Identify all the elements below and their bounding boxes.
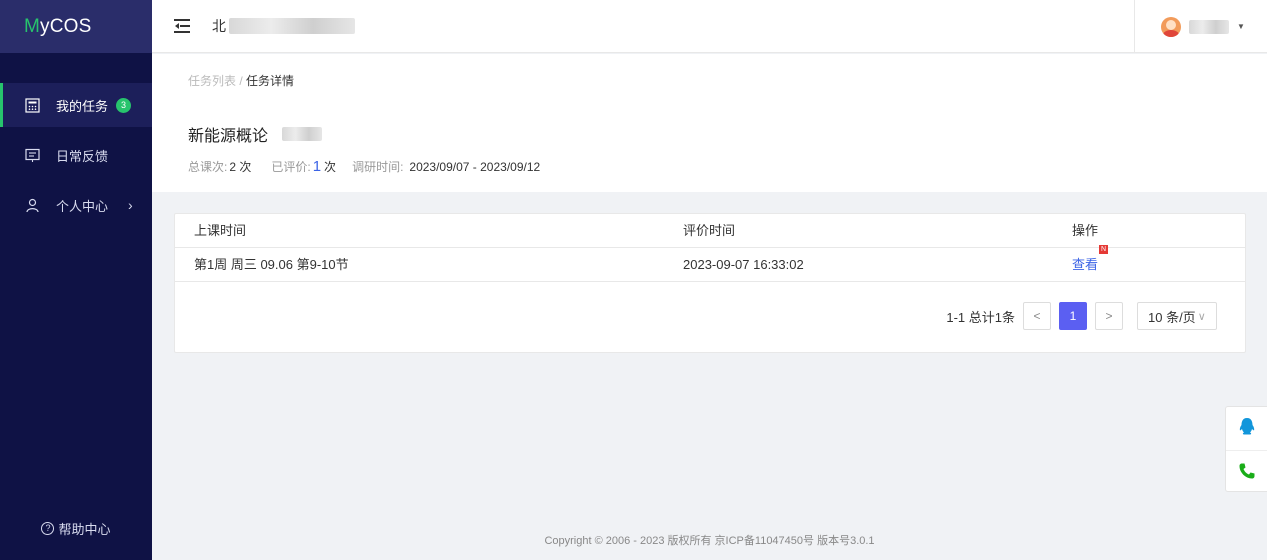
evaluated-count: 1 bbox=[312, 158, 322, 175]
new-tag: N bbox=[1099, 245, 1109, 254]
caret-down-icon: ▼ bbox=[1237, 22, 1245, 31]
user-menu[interactable]: ▼ bbox=[1134, 0, 1267, 53]
task-summary-panel: 任务列表 / 任务详情 新能源概论 总课次: 2 次 已评价: 1 次 调研时间… bbox=[152, 54, 1267, 192]
column-header-action: 操作 bbox=[1072, 223, 1099, 238]
app-logo[interactable]: MyCOS bbox=[24, 16, 92, 38]
sidebar-item-label: 我的任务 bbox=[56, 98, 109, 114]
evaluation-table-card: 上课时间 评价时间 操作 第1周 周三 09.06 第9-10节 2023-09… bbox=[174, 213, 1246, 353]
blurred-course-info bbox=[282, 127, 323, 141]
avatar bbox=[1161, 16, 1181, 37]
pagination: 1-1 总计1条 < 1 > 10 条/页 ∨ bbox=[946, 302, 1217, 330]
column-header-class-time: 上课时间 bbox=[194, 223, 247, 238]
page-size-select[interactable]: 10 条/页 ∨ bbox=[1137, 302, 1217, 330]
view-link[interactable]: 查看 N bbox=[1072, 245, 1109, 272]
floating-contact-widget bbox=[1225, 406, 1267, 492]
total-sessions-label: 总课次: bbox=[188, 160, 228, 174]
sidebar-item-label: 日常反馈 bbox=[56, 148, 109, 164]
calculator-icon bbox=[24, 97, 40, 113]
eval-time-cell: 2023-09-07 16:33:02 bbox=[683, 257, 804, 272]
blurred-school-name bbox=[229, 18, 355, 34]
school-name: 北 bbox=[212, 16, 355, 36]
page-size-value: 10 条/页 bbox=[1148, 309, 1196, 325]
task-count-badge: 3 bbox=[116, 97, 132, 113]
survey-time-label: 调研时间: bbox=[352, 160, 404, 174]
pagination-summary: 1-1 总计1条 bbox=[946, 309, 1015, 325]
course-meta: 总课次: 2 次 已评价: 1 次 调研时间: 2023/09/07 - 202… bbox=[188, 158, 560, 175]
table-row: 第1周 周三 09.06 第9-10节 2023-09-07 16:33:02 … bbox=[175, 245, 1245, 282]
sidebar: MyCOS 我的任务 3 日常反馈 个人中心 › ? 帮助中心 bbox=[0, 0, 152, 560]
top-header: 北 ▼ bbox=[152, 0, 1267, 53]
qq-contact-button[interactable] bbox=[1226, 407, 1267, 450]
course-title: 新能源概论 bbox=[188, 122, 323, 146]
logo-area: MyCOS bbox=[0, 0, 152, 53]
column-header-eval-time: 评价时间 bbox=[683, 223, 736, 238]
qq-icon bbox=[1238, 417, 1256, 440]
chevron-right-icon: › bbox=[128, 197, 133, 213]
breadcrumb-task-list[interactable]: 任务列表 bbox=[188, 74, 236, 88]
page-1-button[interactable]: 1 bbox=[1059, 302, 1087, 330]
breadcrumb-current: 任务详情 bbox=[246, 74, 295, 88]
help-icon: ? bbox=[41, 522, 55, 535]
help-center-link[interactable]: ? 帮助中心 bbox=[0, 519, 152, 538]
blurred-username bbox=[1189, 19, 1229, 34]
school-name-prefix: 北 bbox=[212, 18, 226, 34]
action-cell: 查看 N bbox=[1072, 245, 1109, 282]
total-sessions-value: 2 次 bbox=[229, 160, 252, 174]
user-icon bbox=[24, 197, 40, 213]
sidebar-menu: 我的任务 3 日常反馈 个人中心 › bbox=[0, 83, 152, 233]
next-page-button[interactable]: > bbox=[1095, 302, 1123, 330]
chevron-down-icon: ∨ bbox=[1197, 310, 1206, 323]
footer-copyright: Copyright © 2006 - 2023 版权所有 京ICP备110474… bbox=[544, 535, 875, 547]
sidebar-item-personal-center[interactable]: 个人中心 › bbox=[0, 183, 152, 227]
feedback-icon bbox=[24, 147, 40, 163]
survey-time-value: 2023/09/07 - 2023/09/12 bbox=[409, 160, 541, 174]
help-center-label: 帮助中心 bbox=[58, 522, 111, 537]
class-time-cell: 第1周 周三 09.06 第9-10节 bbox=[194, 257, 349, 272]
menu-toggle-icon[interactable] bbox=[174, 19, 190, 33]
course-title-text: 新能源概论 bbox=[188, 128, 269, 145]
breadcrumb-separator: / bbox=[236, 74, 247, 88]
phone-icon bbox=[1238, 462, 1256, 483]
breadcrumb: 任务列表 / 任务详情 bbox=[188, 72, 294, 89]
sidebar-item-my-tasks[interactable]: 我的任务 3 bbox=[0, 83, 152, 127]
table-header: 上课时间 评价时间 操作 bbox=[175, 214, 1245, 248]
evaluated-unit: 次 bbox=[324, 160, 337, 174]
sidebar-item-label: 个人中心 bbox=[56, 198, 109, 214]
prev-page-button[interactable]: < bbox=[1023, 302, 1051, 330]
view-link-label: 查看 bbox=[1072, 257, 1099, 272]
phone-contact-button[interactable] bbox=[1226, 450, 1267, 493]
sidebar-item-daily-feedback[interactable]: 日常反馈 bbox=[0, 133, 152, 177]
evaluated-label: 已评价: bbox=[271, 160, 311, 174]
